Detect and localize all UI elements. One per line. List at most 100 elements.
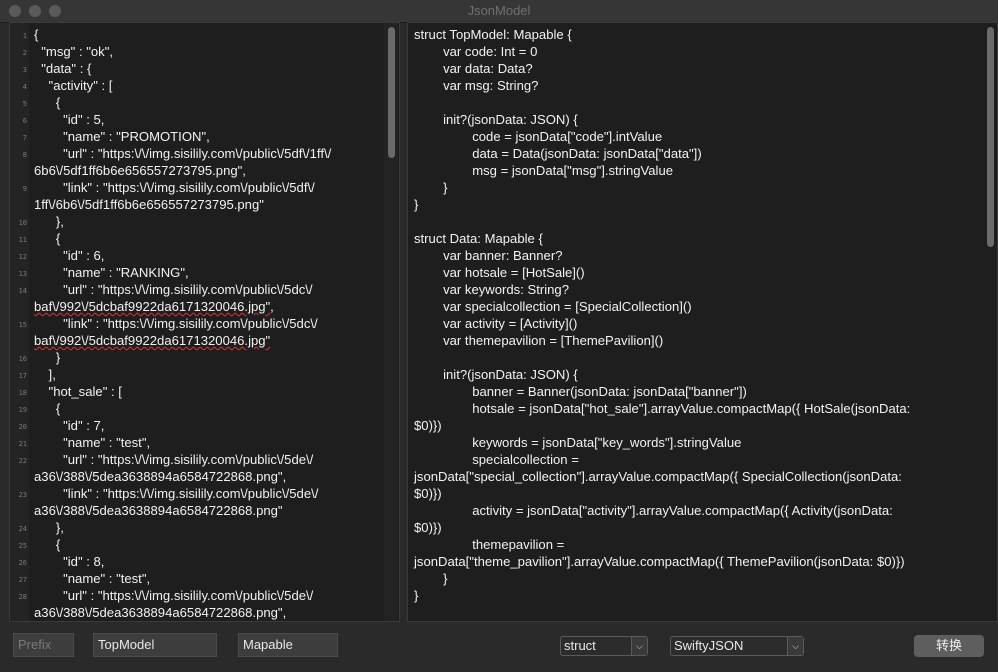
- swift-line: [414, 94, 979, 111]
- json-line: "activity" : [: [34, 78, 113, 93]
- swift-line: banner = Banner(jsonData: jsonData["bann…: [414, 384, 747, 399]
- line-number: 18: [18, 389, 27, 397]
- json-line: },: [34, 214, 64, 229]
- line-number: 19: [18, 406, 27, 414]
- line-number: 24: [18, 525, 27, 533]
- swift-line: init?(jsonData: JSON) {: [414, 112, 578, 127]
- swift-line: [414, 213, 979, 230]
- line-number: 9: [22, 185, 27, 193]
- line-number: 28: [18, 593, 27, 601]
- json-line: "url" : "https:\/\/img.sisilily.com\/pub…: [34, 452, 314, 467]
- line-number: 21: [18, 440, 27, 448]
- swift-line: var msg: String?: [414, 78, 539, 93]
- json-text[interactable]: { "msg" : "ok", "data" : { "activity" : …: [34, 26, 384, 621]
- chevron-down-icon: ⌵: [787, 637, 803, 655]
- swift-line: struct Data: Mapable {: [414, 231, 543, 246]
- json-line: 6b6\/5df1ff6b6e656557273795.png",: [34, 163, 246, 178]
- json-line: "name" : "PROMOTION",: [34, 129, 210, 144]
- line-number: 7: [22, 134, 27, 142]
- swift-line: [414, 349, 979, 366]
- swift-line: var data: Data?: [414, 61, 533, 76]
- swift-line: keywords = jsonData["key_words"].stringV…: [414, 435, 742, 450]
- json-line: a36\/388\/5dea3638894a6584722868.png",: [34, 469, 287, 484]
- json-line: {: [34, 27, 39, 42]
- line-number: 6: [22, 117, 27, 125]
- json-line: "data" : {: [34, 61, 92, 76]
- json-line: baf\/992\/5dcbaf9922da6171320046.jpg",: [34, 299, 274, 314]
- output-scrollbar-thumb[interactable]: [987, 27, 994, 247]
- line-number: 20: [18, 423, 27, 431]
- swift-line: var code: Int = 0: [414, 44, 538, 59]
- json-library-select-value: SwiftyJSON: [674, 638, 744, 653]
- json-line: "id" : 7,: [34, 418, 105, 433]
- prefix-input[interactable]: Prefix: [13, 633, 74, 657]
- swift-line: var banner: Banner?: [414, 248, 563, 263]
- swift-line: }: [414, 588, 419, 603]
- swift-line: }: [414, 197, 419, 212]
- swift-line: var keywords: String?: [414, 282, 569, 297]
- line-number: 16: [18, 355, 27, 363]
- swift-line: activity = jsonData["activity"].arrayVal…: [414, 503, 893, 518]
- model-output-editor[interactable]: struct TopModel: Mapable { var code: Int…: [407, 22, 998, 622]
- convert-button[interactable]: 转换: [914, 635, 984, 657]
- json-line: "link" : "https:\/\/img.sisilily.com\/pu…: [34, 180, 315, 195]
- swift-line: msg = jsonData["msg"].stringValue: [414, 163, 674, 178]
- json-line: "url" : "https:\/\/img.sisilily.com\/pub…: [34, 588, 314, 603]
- protocol-input[interactable]: Mapable: [238, 633, 338, 657]
- line-number: 11: [18, 236, 27, 244]
- json-line: }: [34, 350, 61, 365]
- json-line: "link" : "https:\/\/img.sisilily.com\/pu…: [34, 316, 318, 331]
- swift-line: $0)}): [414, 486, 442, 501]
- swift-line: init?(jsonData: JSON) {: [414, 367, 578, 382]
- json-line: "url" : "https:\/\/img.sisilily.com\/pub…: [34, 282, 313, 297]
- swift-line: var activity = [Activity](): [414, 316, 578, 331]
- line-number: 1: [22, 32, 27, 40]
- json-line: "hot_sale" : [: [34, 384, 122, 399]
- json-input-editor[interactable]: 1 2 3 4 5 6 7 8 9 10 11 12 13 14 15 16 17 18 19 20 21 22 23 24 2…: [9, 22, 400, 622]
- json-line: "name" : "RANKING",: [34, 265, 189, 280]
- json-line: "link" : "https:\/\/img.sisilily.com\/pu…: [34, 486, 319, 501]
- swift-line: themepavilion =: [414, 537, 565, 552]
- swift-line: var themepavilion = [ThemePavilion](): [414, 333, 664, 348]
- json-line: {: [34, 537, 61, 552]
- swift-line: struct TopModel: Mapable {: [414, 27, 572, 42]
- line-number: 4: [22, 83, 27, 91]
- json-line: baf\/992\/5dcbaf9922da6171320046.jpg": [34, 333, 271, 348]
- line-number: 8: [22, 151, 27, 159]
- json-line: "id" : 6,: [34, 248, 105, 263]
- line-number: 26: [18, 559, 27, 567]
- line-number: 22: [18, 457, 27, 465]
- model-name-input[interactable]: TopModel: [93, 633, 217, 657]
- line-number-gutter: 1 2 3 4 5 6 7 8 9 10 11 12 13 14 15 16 17 18 19 20 21 22 23 24 2…: [10, 23, 29, 621]
- swift-line: hotsale = jsonData["hot_sale"].arrayValu…: [414, 401, 911, 416]
- swift-model-text[interactable]: struct TopModel: Mapable { var code: Int…: [414, 26, 979, 604]
- json-library-select[interactable]: SwiftyJSON ⌵: [670, 636, 804, 656]
- swift-line: data = Data(jsonData: jsonData["data"]): [414, 146, 702, 161]
- json-line: "msg" : "ok",: [34, 44, 113, 59]
- line-number: 14: [18, 287, 27, 295]
- json-line: "name" : "test",: [34, 435, 151, 450]
- line-number: 3: [22, 66, 27, 74]
- line-number: 5: [22, 100, 27, 108]
- title-bar: JsonModel: [0, 0, 998, 23]
- json-line: ],: [34, 367, 56, 382]
- type-select[interactable]: struct ⌵: [560, 636, 648, 656]
- json-line: {: [34, 231, 61, 246]
- line-number: 10: [18, 219, 27, 227]
- json-line: 1ff\/6b6\/5df1ff6b6e656557273795.png": [34, 197, 264, 212]
- json-line: },: [34, 520, 64, 535]
- window-title: JsonModel: [467, 3, 531, 18]
- swift-line: jsonData["theme_pavilion"].arrayValue.co…: [414, 554, 905, 569]
- json-line: "url" : "https:\/\/img.sisilily.com\/pub…: [34, 146, 332, 161]
- swift-line: code = jsonData["code"].intValue: [414, 129, 663, 144]
- json-scrollbar-thumb[interactable]: [388, 27, 395, 158]
- json-line: a36\/388\/5dea3638894a6584722868.png": [34, 503, 283, 518]
- line-number: 25: [18, 542, 27, 550]
- json-line: "id" : 8,: [34, 554, 105, 569]
- swift-line: jsonData["special_collection"].arrayValu…: [414, 469, 902, 484]
- json-line: {: [34, 401, 61, 416]
- line-number: 23: [18, 491, 27, 499]
- json-line: "name" : "test",: [34, 571, 151, 586]
- swift-line: specialcollection =: [414, 452, 579, 467]
- chevron-down-icon: ⌵: [631, 637, 647, 655]
